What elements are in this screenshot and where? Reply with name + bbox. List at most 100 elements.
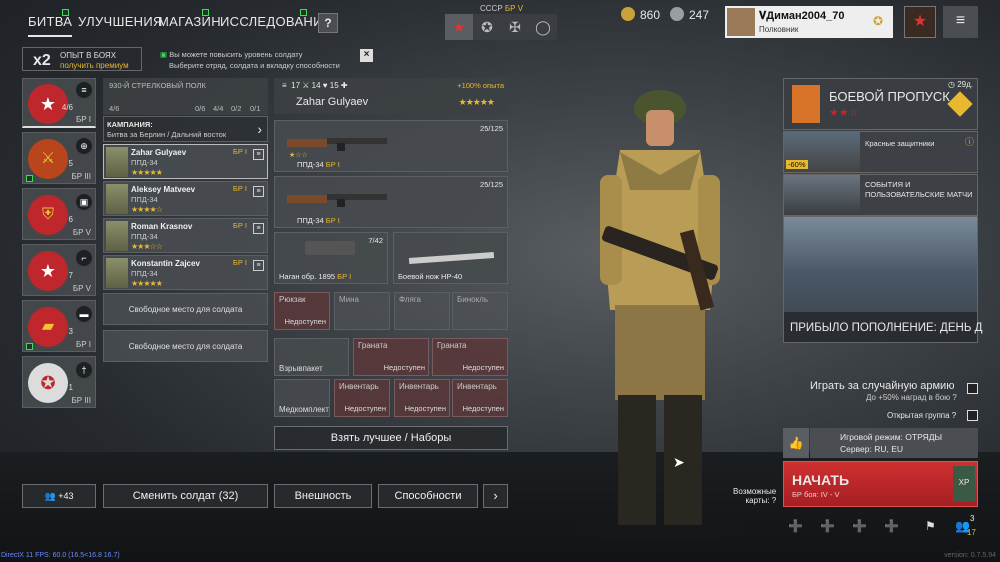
usa-star-icon[interactable]: ✪ <box>473 14 501 40</box>
campaign-label: КАМПАНИЯ: <box>107 120 153 129</box>
slot-label: Фляга <box>399 295 422 304</box>
tab-research[interactable]: ИССЛЕДОВАНИЯ <box>220 14 332 29</box>
open-group-checkbox[interactable] <box>967 410 978 421</box>
campaign-button[interactable]: КАМПАНИЯ: Битва за Берлин / Дальний вост… <box>103 116 268 142</box>
maps-line2: карты: ? <box>733 496 776 505</box>
add-player-icon[interactable]: ➕ <box>820 519 835 533</box>
grenade-slot[interactable]: Граната Недоступен <box>432 338 508 376</box>
flask-slot[interactable]: Фляга <box>394 292 450 330</box>
promo-events[interactable]: СОБЫТИЯ И ПОЛЬЗОВАТЕЛЬСКИЕ МАТЧИ <box>783 174 978 216</box>
soldier-name: Roman Krasnov <box>131 222 193 231</box>
regiment-name: 930-Й СТРЕЛКОВЫЙ ПОЛК <box>109 81 206 90</box>
sword-icon: † <box>76 362 92 378</box>
ussr-star-icon[interactable]: ★ <box>445 14 473 40</box>
sidearm-slot[interactable]: Наган обр. 1895 БР I 7/42 <box>274 232 388 284</box>
soldier-row[interactable]: Konstantin Zajcev ППД-34 ★★★★★ БР I ≡ <box>103 255 268 290</box>
game-mode-selector[interactable]: Игровой режим: ОТРЯДЫ Сервер: RU, EU <box>810 428 978 458</box>
reinforcement-banner[interactable]: ПРИБЫЛО ПОПОЛНЕНИЕ: ДЕНЬ Д <box>783 216 982 343</box>
squad-card[interactable]: ★ ⌐ 7 БР V <box>22 244 96 296</box>
selected-name: Zahar Gulyaev <box>296 96 369 108</box>
close-icon[interactable]: × <box>360 49 373 62</box>
random-army-label: Играть за случайную армию <box>810 380 955 392</box>
japan-circle-icon[interactable]: ◯ <box>529 14 557 40</box>
soldier-row[interactable]: Zahar Gulyaev ППД-34 ★★★★★ БР I ≡ <box>103 144 268 179</box>
backpack-slot[interactable]: Рюкзак Недоступен <box>274 292 330 330</box>
squad-card[interactable]: ▰ ▬ 3 БР I <box>22 300 96 352</box>
gold-amount: 860 <box>640 8 661 22</box>
flag-icon[interactable]: ⚑ <box>925 519 936 533</box>
battle-br: БР боя: IV - V <box>792 490 840 499</box>
silver-coin-icon <box>670 7 684 21</box>
random-army-checkbox[interactable] <box>967 383 978 394</box>
take-best-button[interactable]: Взять лучшее / Наборы <box>274 426 508 450</box>
player-name: 𝐕Диман2004_70 <box>759 10 845 22</box>
regiment-stat: 0/1 <box>250 104 261 113</box>
inventory-slot[interactable]: Инвентарь Недоступен <box>452 379 508 417</box>
help-circle-icon[interactable]: ? <box>952 411 956 420</box>
tip-text-1: Вы можете повысить уровень солдату <box>169 50 303 59</box>
primary-weapon-slot[interactable]: ★☆☆ ППД-34 БР I 25/125 <box>274 120 508 172</box>
exp-bonus[interactable]: x2 ОПЫТ В БОЯХ получить премиум <box>22 47 142 71</box>
secondary-weapon-slot[interactable]: ППД-34 БР I 25/125 <box>274 176 508 228</box>
soldier-row[interactable]: Roman Krasnov ППД-34 ★★★☆☆ БР I ≡ <box>103 218 268 253</box>
appearance-button[interactable]: Внешность <box>274 484 372 508</box>
army-badge-icon[interactable]: ★ <box>904 6 936 38</box>
tab-shop[interactable]: МАГАЗИН <box>158 14 221 29</box>
help-button[interactable]: ? <box>318 13 338 33</box>
promo-red-defenders[interactable]: -60% Красные защитники ⓘ <box>783 131 978 173</box>
help-circle-icon[interactable]: ? <box>772 496 776 505</box>
slot-label: Бинокль <box>457 295 489 304</box>
germany-cross-icon[interactable]: ✠ <box>501 14 529 40</box>
squad-count: 5 <box>68 159 73 168</box>
silver-amount: 247 <box>689 8 710 22</box>
free-slot[interactable]: Свободное место для солдата <box>103 330 268 362</box>
explosive-slot[interactable]: Взрывпакет <box>274 338 349 376</box>
add-player-icon[interactable]: ➕ <box>788 519 803 533</box>
maps-line1: Возможные <box>733 487 777 496</box>
knife-icon <box>408 252 495 264</box>
squad-emblem-icon: ⛨ <box>28 195 68 235</box>
squad-card[interactable]: ⚔ ⊕ 5 БР III <box>22 132 96 184</box>
abilities-button[interactable]: Способности <box>378 484 478 508</box>
mine-slot[interactable]: Мина <box>334 292 390 330</box>
soldier-br: БР I <box>232 184 247 193</box>
slot-label: Инвентарь <box>399 382 439 391</box>
battle-pass-card[interactable]: БОЕВОЙ ПРОПУСК ★★☆ ◷ 29д. <box>783 78 978 130</box>
menu-icon[interactable]: ≡ <box>943 6 978 38</box>
weapon-stars: ★☆☆ <box>289 152 308 159</box>
inventory-slot[interactable]: Инвентарь Недоступен <box>394 379 450 417</box>
squad-card[interactable]: ⛨ ▣ 6 БР V <box>22 188 96 240</box>
premium-link[interactable]: получить премиум <box>60 61 129 70</box>
group-count: 3 <box>970 514 975 523</box>
add-player-icon[interactable]: ➕ <box>852 519 867 533</box>
fps-counter: DirectX 11 FPS: 60.0 (16.5<16.8 16.7) <box>1 552 120 559</box>
free-slot[interactable]: Свободное место для солдата <box>103 293 268 325</box>
regiment-header: 930-Й СТРЕЛКОВЫЙ ПОЛК 4/6 0/6 4/4 0/2 0/… <box>103 78 268 115</box>
weapon-name: ППД-34 БР I <box>297 160 340 169</box>
medkit-slot[interactable]: Медкомплект <box>274 379 330 417</box>
next-button[interactable]: › <box>483 484 508 508</box>
melee-slot[interactable]: Боевой нож НР-40 <box>393 232 508 284</box>
slot-label: Взрывпакет <box>279 364 323 373</box>
stat-1: 17 <box>291 81 301 90</box>
inventory-slot[interactable]: Инвентарь Недоступен <box>334 379 390 417</box>
friends-button[interactable]: 👥 +43 <box>22 484 96 508</box>
tab-battle[interactable]: БИТВА <box>28 14 73 37</box>
start-button[interactable]: НАЧАТЬ БР боя: IV - V XP <box>783 461 978 507</box>
tip-line1: ▣ Вы можете повысить уровень солдату <box>160 50 303 59</box>
squad-card[interactable]: ★ ≡ 4/6 БР I <box>22 78 96 128</box>
binoculars-slot[interactable]: Бинокль <box>452 292 508 330</box>
promo-title: Красные защитники <box>865 139 935 148</box>
add-player-icon[interactable]: ➕ <box>884 519 899 533</box>
profile-card[interactable]: 𝐕Диман2004_70 Полковник ✪ <box>725 6 893 38</box>
grenade-slot[interactable]: Граната Недоступен <box>353 338 429 376</box>
tab-upgrades[interactable]: УЛУЧШЕНИЯ <box>78 14 163 29</box>
soldier-row[interactable]: Aleksey Matveev ППД-34 ★★★★☆ БР I ≡ <box>103 181 268 216</box>
like-icon[interactable]: 👍 <box>783 428 809 458</box>
change-soldiers-button[interactable]: Сменить солдат (32) <box>103 484 268 508</box>
help-circle-icon[interactable]: ? <box>952 393 956 402</box>
sidearm-ammo: 7/42 <box>368 236 383 245</box>
squad-card[interactable]: ✪ † 1 БР III <box>22 356 96 408</box>
game-mode: Игровой режим: ОТРЯДЫ <box>840 432 942 442</box>
slot-label: Граната <box>358 341 388 350</box>
